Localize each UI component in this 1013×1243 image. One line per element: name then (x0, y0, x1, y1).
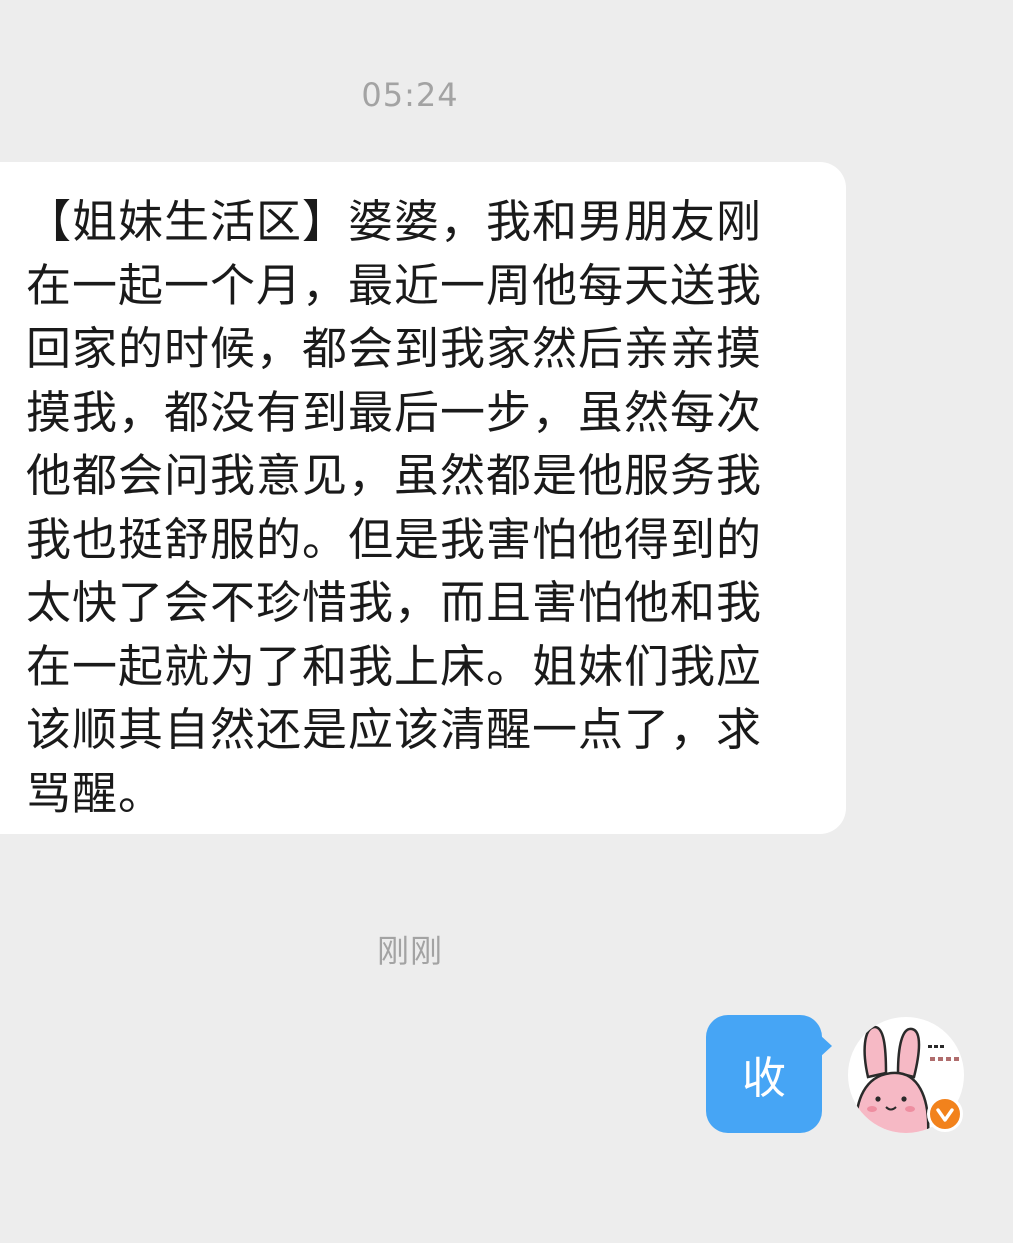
outgoing-message-text: 收 (742, 1053, 786, 1104)
incoming-message-bubble[interactable]: 【姐妹生活区】婆婆，我和男朋友刚在一起一个月，最近一周他每天送我回家的时候，都会… (0, 162, 846, 834)
timestamp: 05:24 (361, 76, 459, 114)
outgoing-message-bubble[interactable]: 收 (706, 1015, 832, 1133)
incoming-message-text: 【姐妹生活区】婆婆，我和男朋友刚在一起一个月，最近一周他每天送我回家的时候，都会… (26, 195, 763, 820)
verified-badge (927, 1096, 963, 1132)
bubble-tail (820, 1035, 832, 1057)
verified-check-icon (936, 1108, 954, 1122)
timestamp: 刚刚 (376, 932, 443, 970)
